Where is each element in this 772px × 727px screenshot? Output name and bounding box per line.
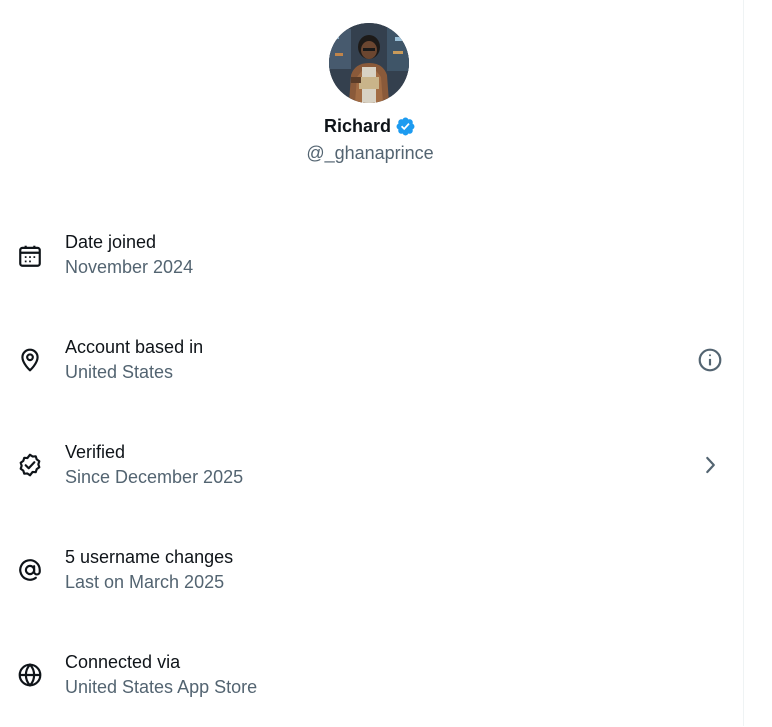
detail-row-account-based-in: Account based in United States [0, 307, 743, 412]
info-icon[interactable] [697, 347, 723, 373]
verified-badge-icon [17, 452, 43, 478]
verified-badge-icon[interactable] [395, 116, 416, 137]
detail-row-date-joined: Date joined November 2024 [0, 202, 743, 307]
at-sign-icon [17, 557, 43, 583]
detail-row-connected-via: Connected via United States App Store [0, 622, 743, 727]
about-account-panel: Richard @_ghanaprince Date joined Novemb… [0, 0, 744, 726]
avatar[interactable] [329, 23, 409, 103]
detail-label: Verified [65, 442, 126, 462]
name-row: Richard [0, 114, 740, 138]
avatar-image [329, 23, 409, 103]
detail-value: United States App Store [65, 677, 258, 697]
detail-value: November 2024 [65, 257, 194, 277]
detail-label: 5 username changes [65, 547, 234, 567]
username-handle: @_ghanaprince [306, 143, 434, 163]
detail-label: Date joined [65, 232, 157, 252]
detail-value: United States [65, 362, 174, 382]
display-name[interactable]: Richard [324, 114, 391, 138]
globe-icon [17, 662, 43, 688]
calendar-icon [17, 243, 43, 269]
detail-row-verified[interactable]: Verified Since December 2025 [0, 412, 743, 517]
location-pin-icon [17, 347, 43, 373]
detail-value: Since December 2025 [65, 467, 244, 487]
detail-value: Last on March 2025 [65, 572, 225, 592]
chevron-right-icon[interactable] [697, 452, 723, 478]
detail-label: Account based in [65, 337, 204, 357]
detail-label: Connected via [65, 652, 181, 672]
detail-row-username-changes: 5 username changes Last on March 2025 [0, 517, 743, 622]
